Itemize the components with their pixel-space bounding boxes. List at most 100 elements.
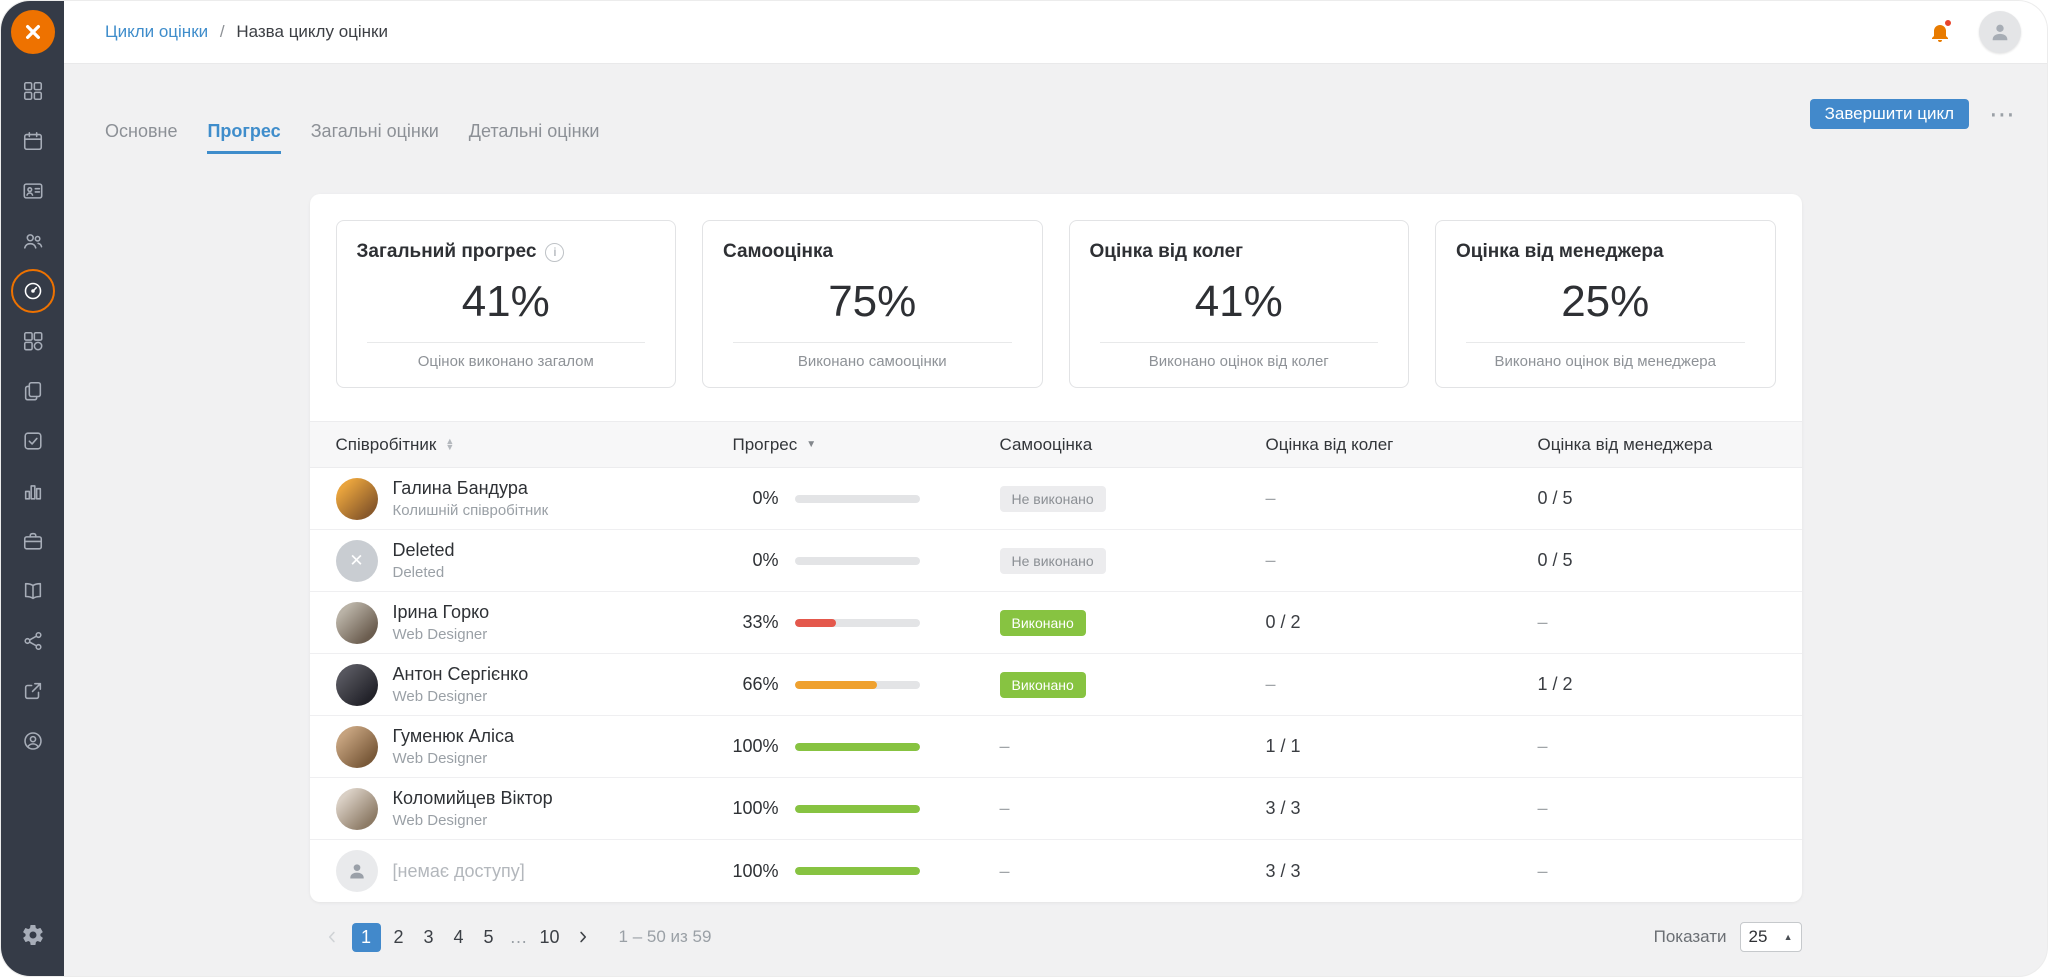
- caret-up-icon: ▲: [1784, 933, 1793, 942]
- pagination-prev-icon[interactable]: [318, 923, 346, 952]
- page-size-value: 25: [1749, 927, 1768, 947]
- pagination-page-1[interactable]: 1: [352, 923, 381, 952]
- pagination: 12345…10 1 – 50 из 59 Показати 25 ▲: [310, 922, 1802, 952]
- topbar: Цикли оцінки / Назва циклу оцінки: [64, 1, 2047, 64]
- page-size-select[interactable]: 25 ▲: [1740, 922, 1802, 952]
- apps-icon[interactable]: [11, 319, 55, 363]
- stat-divider: [367, 342, 646, 343]
- progress-value: 100%: [733, 798, 779, 819]
- finish-cycle-button[interactable]: Завершити цикл: [1810, 99, 1969, 129]
- manager-assessment-cell: –: [1538, 798, 1802, 819]
- more-options-icon[interactable]: ⋯: [1989, 99, 2017, 129]
- dashboard-icon[interactable]: [11, 69, 55, 113]
- app-window: Цикли оцінки / Назва циклу оцінки Основн…: [0, 0, 2048, 977]
- org-chart-icon[interactable]: [11, 619, 55, 663]
- pagination-page-4[interactable]: 4: [447, 923, 471, 952]
- progress-value: 33%: [733, 612, 779, 633]
- people-icon[interactable]: [11, 219, 55, 263]
- manager-assessment-cell: 0 / 5: [1538, 488, 1802, 509]
- tab-overall-scores[interactable]: Загальні оцінки: [311, 121, 439, 154]
- status-badge: Виконано: [1000, 672, 1086, 698]
- employee-subtitle: Колишній співробітник: [393, 502, 549, 519]
- integrations-icon[interactable]: [11, 669, 55, 713]
- tasks-icon[interactable]: [11, 419, 55, 463]
- tab-progress[interactable]: Прогрес: [207, 121, 280, 154]
- stat-title: Загальний прогрес: [357, 241, 537, 263]
- sort-desc-icon[interactable]: ▼: [806, 439, 816, 450]
- avatar: [336, 602, 378, 644]
- sort-both-icon[interactable]: ▲▼: [445, 439, 454, 450]
- peer-assessment-cell: 1 / 1: [1266, 736, 1538, 757]
- calendar-icon[interactable]: [11, 119, 55, 163]
- table-row[interactable]: Гуменюк Аліса Web Designer 100% – 1 / 1 …: [310, 716, 1802, 778]
- table-row[interactable]: Коломийцев Віктор Web Designer 100% – 3 …: [310, 778, 1802, 840]
- documents-icon[interactable]: [11, 369, 55, 413]
- employee-name: Deleted: [393, 540, 455, 561]
- peer-assessment-cell: 3 / 3: [1266, 798, 1538, 819]
- reports-icon[interactable]: [11, 469, 55, 513]
- self-assessment-cell: Виконано: [1000, 610, 1266, 636]
- manager-assessment-cell: –: [1538, 861, 1802, 882]
- breadcrumb-separator: /: [220, 22, 225, 41]
- progress-value: 66%: [733, 674, 779, 695]
- stat-value: 75%: [723, 277, 1022, 327]
- performance-icon[interactable]: [11, 269, 55, 313]
- peer-assessment-cell: –: [1266, 488, 1538, 509]
- directory-icon[interactable]: [11, 169, 55, 213]
- progress-value: 0%: [733, 488, 779, 509]
- settings-gear-icon[interactable]: [11, 913, 55, 957]
- table-row[interactable]: Ірина Горко Web Designer 33% Виконано 0 …: [310, 592, 1802, 654]
- employees-table: Співробітник ▲▼ Прогрес ▼ Самооцінка Оці…: [310, 421, 1802, 902]
- pagination-page-5[interactable]: 5: [477, 923, 501, 952]
- peer-assessment-cell: 3 / 3: [1266, 861, 1538, 882]
- avatar: [336, 850, 378, 892]
- pagination-page-3[interactable]: 3: [417, 923, 441, 952]
- app-logo[interactable]: [11, 10, 55, 54]
- avatar: [336, 788, 378, 830]
- stat-value: 41%: [357, 277, 656, 327]
- stat-title: Оцінка від колег: [1090, 241, 1244, 263]
- manager-assessment-cell: –: [1538, 736, 1802, 757]
- avatar: ✕: [336, 540, 378, 582]
- peer-assessment-cell: –: [1266, 674, 1538, 695]
- breadcrumb-link[interactable]: Цикли оцінки: [105, 22, 208, 41]
- sidebar: [1, 1, 64, 976]
- table-row[interactable]: Антон Сергієнко Web Designer 66% Виконан…: [310, 654, 1802, 716]
- breadcrumb: Цикли оцінки / Назва циклу оцінки: [105, 22, 388, 42]
- profile-icon[interactable]: [11, 719, 55, 763]
- avatar: [336, 664, 378, 706]
- employee-name: Галина Бандура: [393, 478, 549, 499]
- stat-manager-assessment: Оцінка від менеджера 25% Виконано оцінок…: [1435, 220, 1776, 388]
- info-icon[interactable]: i: [545, 243, 564, 262]
- avatar: [336, 478, 378, 520]
- logo-mark-icon: [20, 19, 46, 45]
- pagination-range: 1 – 50 из 59: [619, 927, 712, 947]
- tab-detailed-scores[interactable]: Детальні оцінки: [469, 121, 600, 154]
- stats-row: Загальний прогрес i 41% Оцінок виконано …: [336, 220, 1776, 388]
- stat-divider: [733, 342, 1012, 343]
- user-avatar[interactable]: [1979, 11, 2021, 53]
- stat-caption: Виконано оцінок від колег: [1090, 353, 1389, 370]
- tab-main[interactable]: Основне: [105, 121, 177, 154]
- stat-self-assessment: Самооцінка 75% Виконано самооцінки: [702, 220, 1043, 388]
- stat-peer-assessment: Оцінка від колег 41% Виконано оцінок від…: [1069, 220, 1410, 388]
- stat-caption: Виконано самооцінки: [723, 353, 1022, 370]
- progress-bar: [795, 557, 920, 565]
- progress-value: 100%: [733, 736, 779, 757]
- manager-assessment-cell: 0 / 5: [1538, 550, 1802, 571]
- pagination-next-icon[interactable]: [569, 923, 597, 952]
- progress-value: 0%: [733, 550, 779, 571]
- pagination-page-10[interactable]: 10: [537, 923, 563, 952]
- table-row[interactable]: Галина Бандура Колишній співробітник 0% …: [310, 468, 1802, 530]
- employee-subtitle: Web Designer: [393, 626, 490, 643]
- peer-assessment-cell: –: [1266, 550, 1538, 571]
- notifications-icon[interactable]: [1923, 15, 1957, 49]
- cases-icon[interactable]: [11, 519, 55, 563]
- progress-bar: [795, 867, 920, 875]
- table-row[interactable]: ✕ Deleted Deleted 0% Не виконано – 0 / 5: [310, 530, 1802, 592]
- table-row[interactable]: [немає доступу] 100% – 3 / 3 –: [310, 840, 1802, 902]
- person-icon: [1989, 21, 2011, 43]
- employee-name: Антон Сергієнко: [393, 664, 529, 685]
- pagination-page-2[interactable]: 2: [387, 923, 411, 952]
- knowledge-base-icon[interactable]: [11, 569, 55, 613]
